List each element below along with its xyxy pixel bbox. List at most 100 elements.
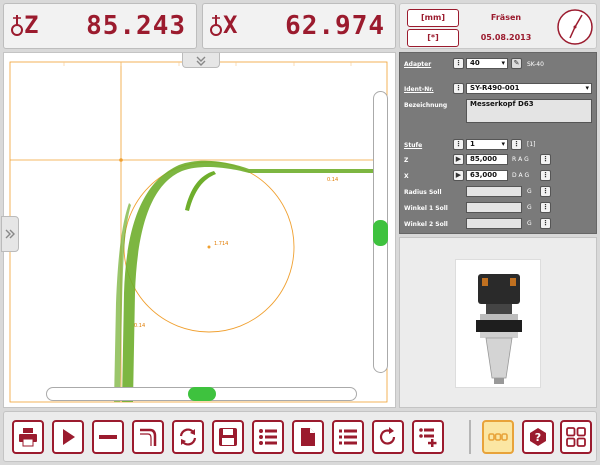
date-label: 05.08.2013 — [480, 33, 532, 42]
stufe-edit-button[interactable]: ⋮ — [511, 139, 522, 150]
profile-button[interactable] — [132, 420, 164, 454]
dro-x-value: 62.974 — [285, 11, 385, 41]
graphic-viewport[interactable]: 0.14 1.714 0.14 — [1, 52, 396, 408]
play-button[interactable] — [52, 420, 84, 454]
z-label: Z — [404, 157, 409, 164]
list-add-icon — [419, 428, 437, 447]
tool-photo — [455, 259, 541, 388]
swap-button[interactable] — [172, 420, 204, 454]
x-unit: D A G — [512, 172, 530, 179]
bottom-toolbar: ? — [3, 411, 597, 462]
winkel2-field[interactable] — [466, 218, 522, 229]
radius-field[interactable] — [466, 186, 522, 197]
play-icon — [63, 429, 75, 445]
adapter-edit-button[interactable]: ✎ — [511, 58, 522, 69]
z-field[interactable]: 85,000 — [466, 154, 508, 165]
document-button[interactable] — [292, 420, 324, 454]
list-button[interactable] — [252, 420, 284, 454]
list-icon — [259, 429, 277, 445]
chain-button[interactable] — [482, 420, 514, 454]
dro-x-display: X 62.974 — [202, 3, 396, 49]
dro-z-value: 85.243 — [86, 11, 186, 41]
bezeichnung-label: Bezeichnung — [404, 102, 448, 109]
z-unit: R A G — [512, 156, 529, 163]
unit-button[interactable]: [mm] — [407, 9, 459, 27]
horizontal-pan-slider[interactable] — [46, 387, 357, 401]
x-play-button[interactable]: ▶ — [453, 170, 464, 181]
z-menu-button[interactable]: ⋮ — [540, 154, 551, 165]
x-field[interactable]: 63,000 — [466, 170, 508, 181]
svg-text:?: ? — [535, 431, 541, 444]
tool-data-panel: Adapter ⋮ 40 ▾ ✎ SK-40 Ident-Nr. ⋮ SY-R49… — [399, 52, 597, 234]
radius-unit: G — [527, 188, 532, 195]
toolbar-divider — [469, 420, 471, 454]
small-radius-label: 0.14 — [327, 177, 338, 183]
collapse-top-button[interactable] — [182, 53, 220, 68]
z-play-button[interactable]: ▶ — [453, 154, 464, 165]
radius-label: Radius Soll — [404, 189, 442, 196]
profile-icon — [140, 428, 157, 446]
dro-z-axis: Z — [24, 11, 39, 39]
list-add-button[interactable] — [412, 420, 444, 454]
stufe-value: 1 — [470, 140, 475, 148]
save-button[interactable] — [212, 420, 244, 454]
winkel2-label: Winkel 2 Soll — [404, 221, 448, 228]
profile-canvas: 0.14 1.714 0.14 — [9, 61, 388, 403]
ident-value: SY-R490-001 — [470, 84, 520, 92]
winkel2-unit: G — [527, 220, 532, 227]
dro-x-axis: X — [223, 11, 238, 39]
adapter-extra: SK-40 — [527, 61, 544, 68]
save-icon — [219, 428, 237, 446]
refresh-button[interactable] — [372, 420, 404, 454]
stufe-select[interactable]: 1 ▾ — [466, 139, 508, 150]
radius-menu-button[interactable]: ⋮ — [540, 186, 551, 197]
adapter-toggle[interactable]: ⋮ — [453, 58, 464, 69]
document-icon — [301, 428, 315, 446]
chevron-down-icon — [196, 56, 206, 66]
x-label: X — [404, 173, 409, 180]
vertical-slider-handle[interactable] — [373, 220, 388, 246]
adapter-label: Adapter — [404, 61, 432, 68]
adapter-value: 40 — [470, 59, 480, 67]
header-info-panel: [mm] Fräsen [*] 05.08.2013 — [399, 3, 597, 49]
winkel1-unit: G — [527, 204, 532, 211]
stufe-toggle[interactable]: ⋮ — [453, 139, 464, 150]
print-icon — [19, 428, 37, 447]
winkel1-label: Winkel 1 Soll — [404, 205, 448, 212]
dro-z-display: Z 85.243 — [3, 3, 197, 49]
winkel1-menu-button[interactable]: ⋮ — [540, 202, 551, 213]
bezeichnung-field[interactable]: Messerkopf D63 — [466, 99, 592, 123]
bottom-radius-label: 0.14 — [134, 323, 145, 329]
spindle-icon — [11, 15, 23, 36]
x-menu-button[interactable]: ⋮ — [540, 170, 551, 181]
line-icon — [99, 435, 117, 439]
ident-label: Ident-Nr. — [404, 86, 434, 93]
bracket-button[interactable]: [*] — [407, 29, 459, 47]
chain-icon — [488, 433, 508, 441]
line-button[interactable] — [92, 420, 124, 454]
tool-holder-image — [476, 274, 522, 384]
list-alt-icon — [339, 429, 357, 445]
clock-icon — [557, 9, 593, 45]
help-icon: ? — [530, 428, 546, 446]
adapter-select[interactable]: 40 ▾ — [466, 58, 508, 69]
print-button[interactable] — [12, 420, 44, 454]
ident-select[interactable]: SY-R490-001 ▾ — [466, 83, 592, 94]
spindle-icon — [210, 15, 222, 36]
expand-left-button[interactable] — [1, 216, 19, 252]
chevron-right-icon — [5, 229, 15, 239]
swap-icon — [179, 428, 197, 446]
stufe-label: Stufe — [404, 142, 423, 149]
bezeichnung-value: Messerkopf D63 — [470, 100, 534, 108]
help-button[interactable]: ? — [522, 420, 554, 454]
grid-button[interactable] — [560, 420, 592, 454]
winkel1-field[interactable] — [466, 202, 522, 213]
stufe-unit: [1] — [527, 141, 536, 148]
list-alt-button[interactable] — [332, 420, 364, 454]
ident-toggle[interactable]: ⋮ — [453, 83, 464, 94]
horizontal-slider-handle[interactable] — [188, 387, 216, 401]
center-radius-label: 1.714 — [214, 241, 228, 247]
refresh-icon — [379, 427, 396, 445]
vertical-zoom-slider[interactable] — [373, 91, 388, 373]
winkel2-menu-button[interactable]: ⋮ — [540, 218, 551, 229]
